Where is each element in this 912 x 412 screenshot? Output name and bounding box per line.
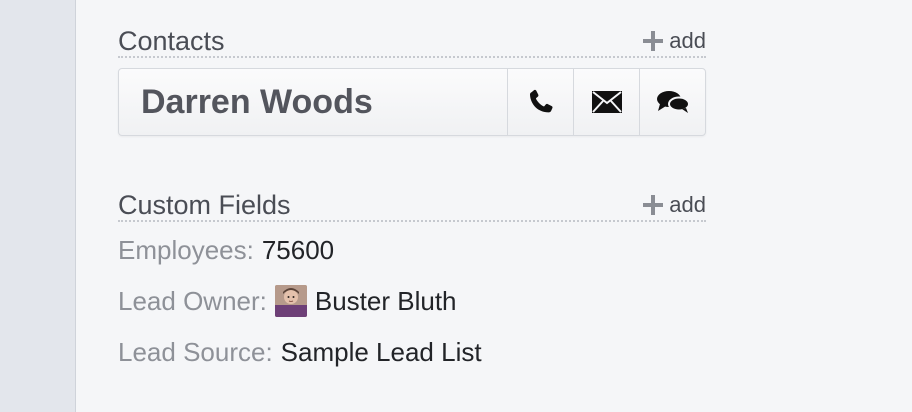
- phone-icon: [526, 87, 556, 117]
- field-value-employees[interactable]: 75600: [262, 234, 334, 266]
- plus-icon: [643, 31, 664, 51]
- field-label-lead-source: Lead Source:: [118, 337, 273, 367]
- add-contact-label: add: [669, 28, 706, 53]
- email-icon: [591, 90, 623, 114]
- field-lead-source: Lead Source: Sample Lead List: [118, 334, 482, 370]
- user-avatar: [274, 285, 307, 317]
- add-custom-field-button[interactable]: add: [643, 192, 706, 218]
- chat-icon: [655, 88, 691, 116]
- call-button[interactable]: [507, 69, 573, 135]
- field-lead-owner: Lead Owner: Buster Bluth: [118, 283, 457, 319]
- field-value-lead-owner[interactable]: Buster Bluth: [315, 285, 457, 317]
- contacts-title: Contacts: [118, 26, 225, 56]
- field-label-employees: Employees:: [118, 235, 254, 265]
- contacts-header: Contacts add: [118, 18, 706, 58]
- add-contact-button[interactable]: add: [643, 28, 706, 54]
- contact-name[interactable]: Darren Woods: [119, 69, 507, 135]
- field-label-lead-owner: Lead Owner:: [118, 286, 267, 316]
- custom-fields-header: Custom Fields add: [118, 182, 706, 222]
- add-custom-field-label: add: [669, 192, 706, 217]
- message-button[interactable]: [639, 69, 705, 135]
- left-rail: [0, 0, 76, 412]
- field-value-lead-source[interactable]: Sample Lead List: [281, 336, 482, 368]
- field-employees: Employees: 75600: [118, 232, 334, 268]
- plus-icon: [643, 195, 664, 215]
- main-content: Contacts add Darren Woods Custom Fields …: [76, 0, 912, 412]
- contact-card[interactable]: Darren Woods: [118, 68, 706, 136]
- custom-fields-title: Custom Fields: [118, 190, 291, 220]
- email-button[interactable]: [573, 69, 639, 135]
